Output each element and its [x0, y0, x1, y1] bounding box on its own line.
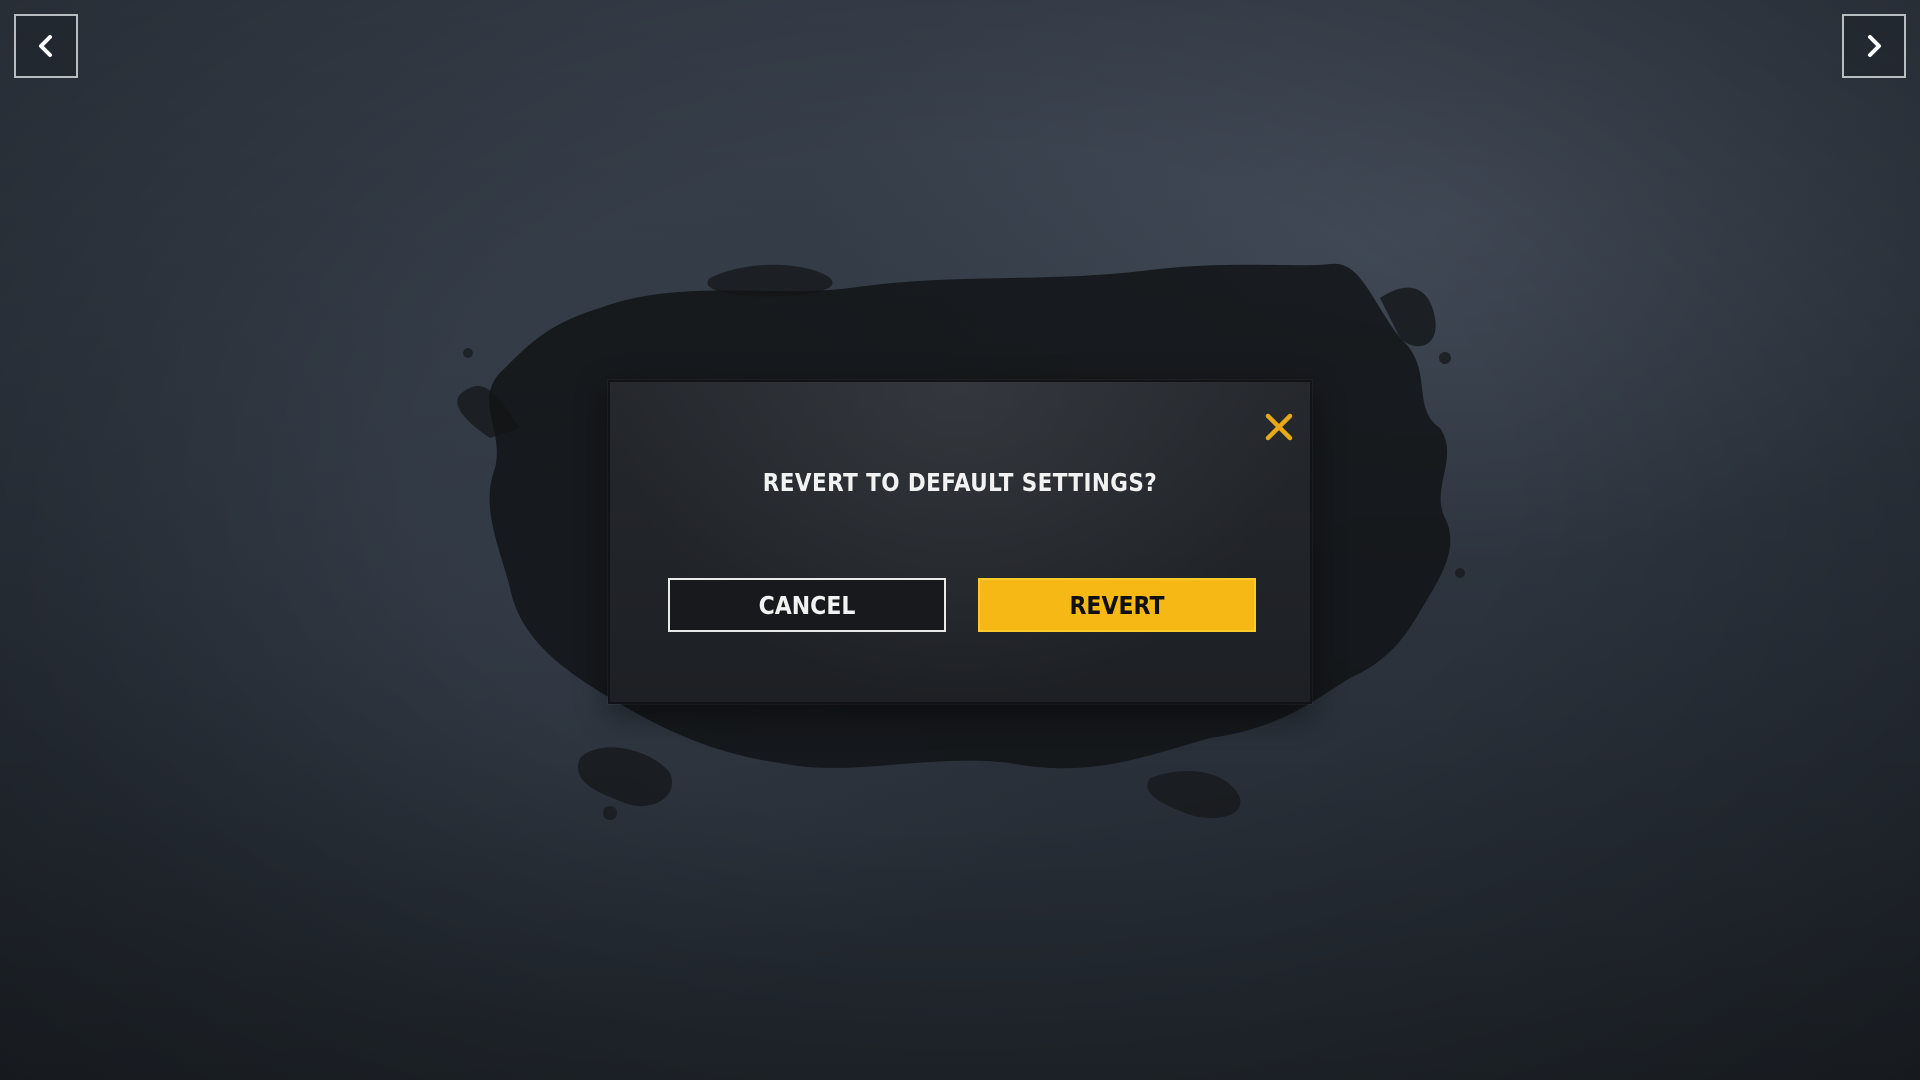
chevron-left-icon — [39, 35, 52, 57]
dialog-title: REVERT TO DEFAULT SETTINGS? — [762, 468, 1158, 497]
confirmation-dialog: REVERT TO DEFAULT SETTINGS? CANCEL REVER… — [608, 380, 1312, 704]
cancel-button[interactable]: CANCEL — [668, 578, 946, 632]
previous-button[interactable] — [14, 14, 78, 78]
revert-button[interactable]: REVERT — [978, 578, 1256, 632]
cancel-button-label: CANCEL — [758, 590, 856, 620]
chevron-right-icon — [1868, 35, 1881, 57]
close-button[interactable] — [1262, 410, 1296, 444]
revert-button-label: REVERT — [1069, 590, 1165, 620]
close-x-icon — [1265, 413, 1293, 441]
next-button[interactable] — [1842, 14, 1906, 78]
